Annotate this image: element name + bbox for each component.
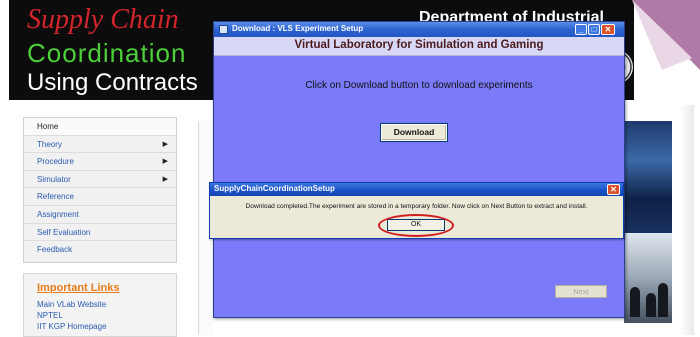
- message-box-text: Download completed.The experiment are st…: [245, 203, 588, 210]
- important-links-title: Important Links: [37, 282, 120, 294]
- sidebar-item-label: Home: [37, 122, 59, 131]
- submenu-arrow-icon: ▶: [162, 158, 168, 166]
- banner-title-line2: Coordination: [27, 38, 187, 68]
- message-box-close-button[interactable]: ✕: [607, 184, 620, 195]
- sidebar-item-label: Reference: [37, 192, 74, 202]
- close-button[interactable]: ✕: [601, 24, 615, 35]
- download-instruction: Click on Download button to download exp…: [305, 80, 533, 91]
- message-box-titlebar[interactable]: SupplyChainCoordinationSetup ✕: [210, 183, 623, 196]
- download-dialog: Download : VLS Experiment Setup _ □ ✕ Vi…: [213, 21, 625, 318]
- minimize-button[interactable]: _: [575, 24, 587, 35]
- message-box-title: SupplyChainCoordinationSetup: [214, 184, 335, 193]
- sidebar-item-simulator[interactable]: Simulator ▶: [24, 171, 176, 189]
- sidebar-item-label: Assignment: [37, 209, 79, 219]
- page-shadow: [680, 105, 694, 335]
- sidebar-item-feedback[interactable]: Feedback: [24, 241, 176, 259]
- next-button[interactable]: Next: [555, 285, 607, 298]
- sidebar-item-assignment[interactable]: Assignment: [24, 206, 176, 224]
- sidebar-item-procedure[interactable]: Procedure ▶: [24, 153, 176, 171]
- sidebar-item-self-evaluation[interactable]: Self Evaluation: [24, 224, 176, 242]
- dialog-titlebar[interactable]: Download : VLS Experiment Setup _ □ ✕: [214, 22, 624, 37]
- window-app-icon: [219, 25, 228, 34]
- sidebar-item-label: Simulator: [37, 174, 71, 184]
- decorative-image-bottom: [624, 233, 672, 323]
- sidebar-item-reference[interactable]: Reference: [24, 188, 176, 206]
- banner-title-line1: Supply Chain: [27, 4, 179, 35]
- sidebar-item-label: Procedure: [37, 157, 74, 167]
- sidebar-item-theory[interactable]: Theory ▶: [24, 136, 176, 154]
- dialog-header-title: Virtual Laboratory for Simulation and Ga…: [294, 39, 544, 51]
- download-button[interactable]: Download: [380, 123, 448, 142]
- link-main-vlab[interactable]: Main VLab Website: [37, 300, 106, 309]
- sidebar-item-label: Self Evaluation: [37, 227, 91, 237]
- link-nptel[interactable]: NPTEL: [37, 311, 63, 320]
- maximize-button[interactable]: □: [588, 24, 600, 35]
- dialog-header-bar: Virtual Laboratory for Simulation and Ga…: [214, 37, 624, 56]
- banner-title-line3: Using Contracts: [27, 69, 198, 96]
- submenu-arrow-icon: ▶: [162, 140, 168, 148]
- important-links-panel: Important Links Main VLab Website NPTEL …: [23, 273, 177, 337]
- decorative-image-top: [624, 121, 672, 233]
- sidebar-item-home[interactable]: Home: [24, 118, 176, 136]
- sidebar-item-label: Feedback: [37, 245, 73, 255]
- sidebar-nav: Home Theory ▶ Procedure ▶ Simulator ▶ Refer…: [23, 117, 177, 263]
- submenu-arrow-icon: ▶: [162, 175, 168, 183]
- link-iit-kgp-homepage[interactable]: IIT KGP Homepage: [37, 322, 107, 331]
- page-curl-decoration: [632, 0, 700, 70]
- sidebar-item-label: Theory: [37, 139, 62, 149]
- message-box: SupplyChainCoordinationSetup ✕ Download …: [209, 182, 624, 239]
- dialog-title: Download : VLS Experiment Setup: [232, 24, 364, 33]
- ok-button[interactable]: OK: [387, 219, 445, 231]
